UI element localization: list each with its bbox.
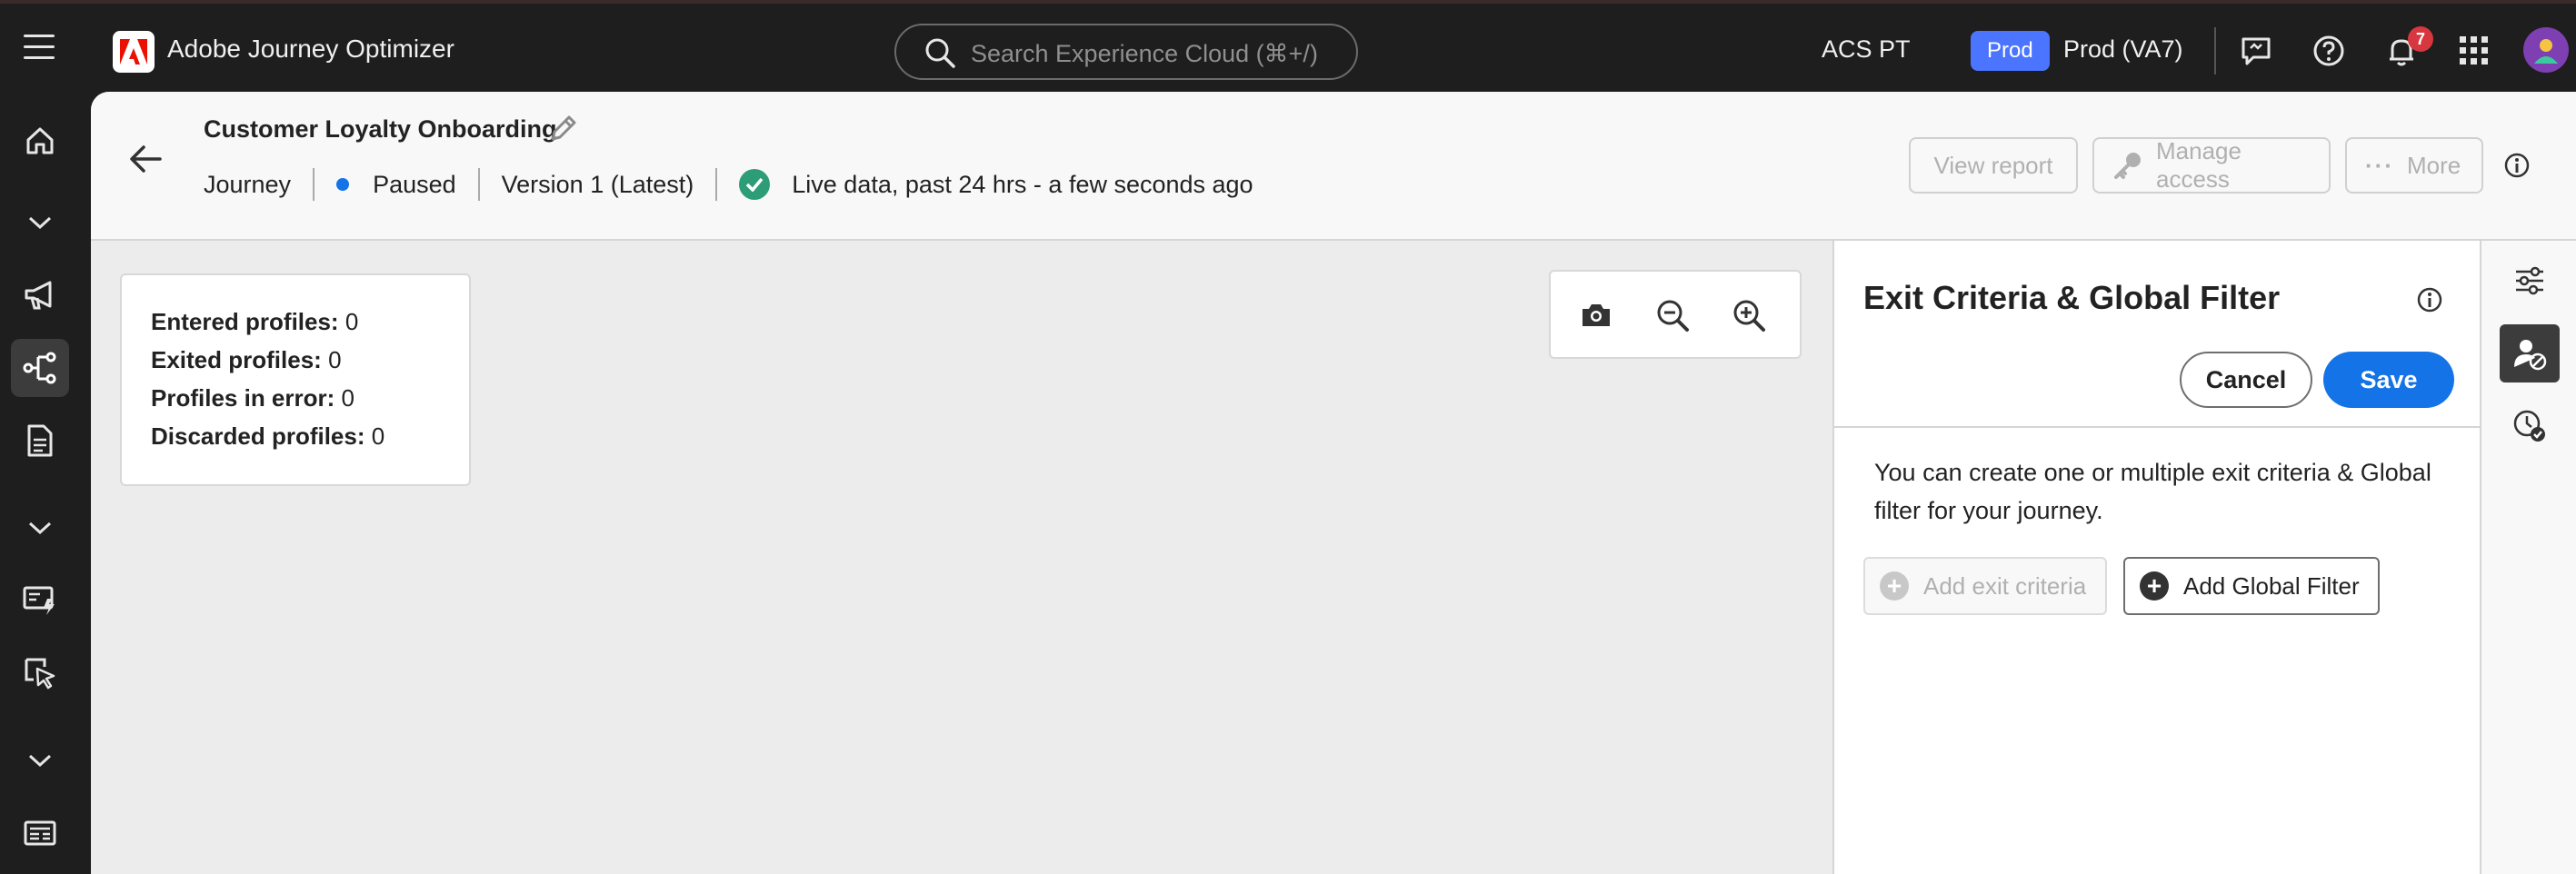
- sandbox-name[interactable]: Prod (VA7): [2063, 35, 2183, 64]
- menu-icon[interactable]: [24, 35, 55, 60]
- adobe-logo[interactable]: [113, 31, 155, 73]
- view-report-label: View report: [1933, 151, 2053, 179]
- key-icon: [2112, 150, 2143, 181]
- profile-stats-card: Entered profiles: 0 Exited profiles: 0 P…: [120, 273, 471, 486]
- canvas-controls: [1549, 270, 1802, 359]
- clock-check-icon[interactable]: [2500, 397, 2560, 455]
- exit-criteria-panel: Exit Criteria & Global Filter Cancel Sav…: [1832, 241, 2481, 874]
- right-toolbar: [2480, 241, 2576, 874]
- divider: [715, 168, 718, 201]
- error-profiles: Profiles in error: 0: [151, 384, 354, 412]
- discarded-profiles: Discarded profiles: 0: [151, 422, 385, 450]
- add-exit-criteria-label: Add exit criteria: [1923, 571, 2087, 600]
- journey-meta: Journey Paused Version 1 (Latest) Live d…: [204, 166, 1253, 203]
- manage-access-button[interactable]: Manage access: [2092, 137, 2331, 194]
- sliders-icon[interactable]: [2500, 252, 2560, 310]
- manage-access-label: Manage access: [2156, 137, 2242, 193]
- sandbox-badge[interactable]: Prod: [1971, 31, 2050, 71]
- main-area: Customer Loyalty Onboarding Journey Paus…: [91, 92, 2576, 874]
- panel-description: You can create one or multiple exit crit…: [1874, 459, 2431, 524]
- live-data-status: Live data, past 24 hrs - a few seconds a…: [792, 170, 1253, 198]
- left-rail: [0, 92, 91, 874]
- app-title[interactable]: Adobe Journey Optimizer: [167, 35, 454, 64]
- plus-circle-icon: +: [2140, 571, 2169, 601]
- divider: [477, 168, 480, 201]
- add-global-filter-button[interactable]: + Add Global Filter: [2123, 557, 2380, 615]
- divider: [2214, 27, 2216, 74]
- divider: [1834, 426, 2481, 428]
- avatar[interactable]: [2523, 27, 2569, 73]
- feedback-icon[interactable]: [2238, 33, 2274, 69]
- select-icon[interactable]: [11, 644, 69, 702]
- save-button[interactable]: Save: [2323, 352, 2454, 408]
- org-name[interactable]: ACS PT: [1822, 35, 1911, 64]
- exited-profiles: Exited profiles: 0: [151, 346, 342, 373]
- notification-badge: 7: [2408, 26, 2433, 52]
- megaphone-icon[interactable]: [11, 266, 69, 324]
- checkmark-icon: [739, 169, 771, 200]
- journey-version[interactable]: Version 1 (Latest): [502, 171, 694, 199]
- journey-type: Journey: [204, 170, 292, 198]
- status-dot-icon: [336, 178, 350, 191]
- search-input[interactable]: Search Experience Cloud (⌘+/): [971, 40, 1318, 68]
- more-label: More: [2406, 151, 2461, 179]
- apps-grid-icon[interactable]: [2456, 33, 2492, 69]
- journey-header: Customer Loyalty Onboarding Journey Paus…: [91, 92, 2576, 241]
- back-arrow-icon[interactable]: [127, 143, 164, 180]
- info-icon[interactable]: [2503, 152, 2531, 184]
- user-filter-icon[interactable]: [2500, 324, 2560, 382]
- pencil-icon[interactable]: [547, 114, 578, 149]
- journey-name: Customer Loyalty Onboarding: [204, 115, 557, 143]
- help-icon[interactable]: [2311, 33, 2347, 69]
- info-icon[interactable]: [2416, 286, 2443, 318]
- chevron-down-icon[interactable]: [11, 499, 69, 557]
- chevron-down-icon[interactable]: [11, 194, 69, 252]
- journey-status: Paused: [373, 170, 456, 198]
- camera-icon[interactable]: [1578, 297, 1614, 333]
- add-global-filter-label: Add Global Filter: [2183, 571, 2360, 600]
- decision-icon[interactable]: [11, 571, 69, 630]
- zoom-in-icon[interactable]: [1731, 297, 1767, 333]
- entered-profiles: Entered profiles: 0: [151, 308, 359, 335]
- more-button[interactable]: ··· More: [2345, 137, 2483, 194]
- home-icon[interactable]: [11, 112, 69, 170]
- zoom-out-icon[interactable]: [1654, 297, 1691, 333]
- top-bar: Adobe Journey Optimizer Search Experienc…: [0, 0, 2576, 92]
- ellipsis-icon: ···: [2365, 151, 2394, 179]
- cancel-button[interactable]: Cancel: [2180, 352, 2312, 408]
- search-icon: [924, 36, 956, 74]
- view-report-button[interactable]: View report: [1909, 137, 2078, 194]
- panel-title: Exit Criteria & Global Filter: [1863, 279, 2281, 316]
- plus-circle-icon: +: [1880, 571, 1909, 601]
- search-bar[interactable]: Search Experience Cloud (⌘+/): [894, 24, 1358, 80]
- document-icon[interactable]: [11, 412, 69, 470]
- card-icon[interactable]: [11, 804, 69, 862]
- divider: [313, 168, 315, 201]
- add-exit-criteria-button[interactable]: + Add exit criteria: [1863, 557, 2107, 615]
- chevron-down-icon[interactable]: [11, 731, 69, 790]
- journey-icon[interactable]: [11, 339, 69, 397]
